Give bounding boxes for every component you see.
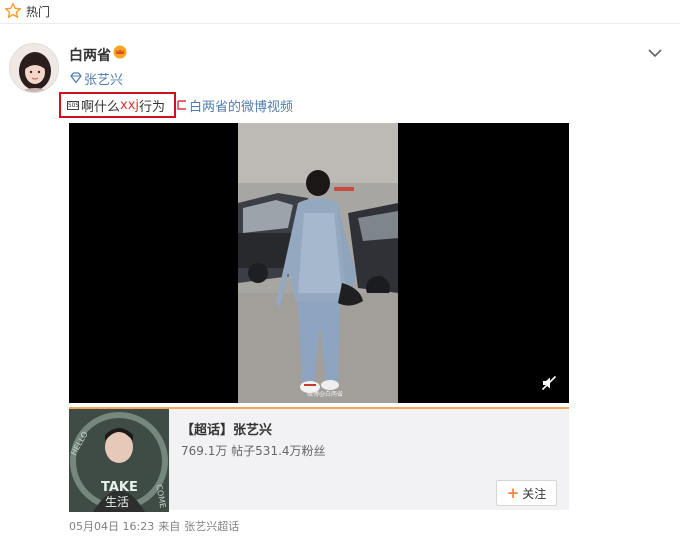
poster-image: TAKE 生活 HELLO COME xyxy=(69,409,169,512)
post-text-suffix: 行为 xyxy=(139,99,166,115)
top-bar-label[interactable]: 热门 xyxy=(26,3,50,20)
video-link[interactable]: 白两省的微博视频 xyxy=(176,96,293,115)
post-text-prefix: 啊什么 xyxy=(81,99,121,115)
sos-emoji-icon: SOS xyxy=(67,100,79,110)
highlight-box: SOS 啊什么 xxj 行为 xyxy=(59,92,176,118)
video-play-icon xyxy=(177,100,186,110)
super-topic-stats: 769.1万 帖子531.4万粉丝 xyxy=(181,444,326,458)
super-topic-card[interactable]: TAKE 生活 HELLO COME 【超话】张艺兴 769.1万 帖子531.… xyxy=(69,407,569,512)
avatar[interactable] xyxy=(9,43,59,93)
post-text: SOS 啊什么 xxj 行为 白两省的微博视频 xyxy=(59,92,293,118)
avatar-image xyxy=(10,44,58,92)
post-footer: 05月04日 16:23 来自 张艺兴超话 xyxy=(69,518,239,534)
svg-text:TAKE: TAKE xyxy=(101,480,138,495)
crown-badge-icon[interactable] xyxy=(112,45,128,59)
video-watermark: 微博@白两省 xyxy=(307,391,344,398)
super-topic-title[interactable]: 【超话】张艺兴 xyxy=(181,419,272,438)
video-player[interactable]: 微博@白两省 xyxy=(69,123,569,403)
video-frame xyxy=(238,123,398,403)
topic-tag[interactable]: 张艺兴 xyxy=(69,70,124,88)
topic-label: 张艺兴 xyxy=(84,72,124,88)
svg-text:生活: 生活 xyxy=(105,495,129,509)
source-prefix: 来自 xyxy=(158,520,181,533)
username[interactable]: 白两省 xyxy=(69,45,111,65)
follow-button[interactable]: + 关注 xyxy=(496,480,557,506)
post-text-highlight: xxj xyxy=(120,97,140,113)
plus-icon: + xyxy=(506,484,520,502)
video-still xyxy=(238,123,398,403)
star-outline-icon[interactable] xyxy=(4,2,22,20)
follow-button-label: 关注 xyxy=(522,486,547,501)
diamond-topic-icon xyxy=(70,72,82,84)
top-bar: 热门 xyxy=(0,0,680,24)
chevron-down-icon[interactable] xyxy=(646,44,664,62)
video-link-label: 白两省的微博视频 xyxy=(189,99,294,115)
mute-icon[interactable] xyxy=(541,375,557,391)
post-timestamp[interactable]: 05月04日 16:23 xyxy=(69,518,154,534)
post-source[interactable]: 张艺兴超话 xyxy=(184,518,239,534)
super-topic-poster: TAKE 生活 HELLO COME xyxy=(69,409,169,512)
